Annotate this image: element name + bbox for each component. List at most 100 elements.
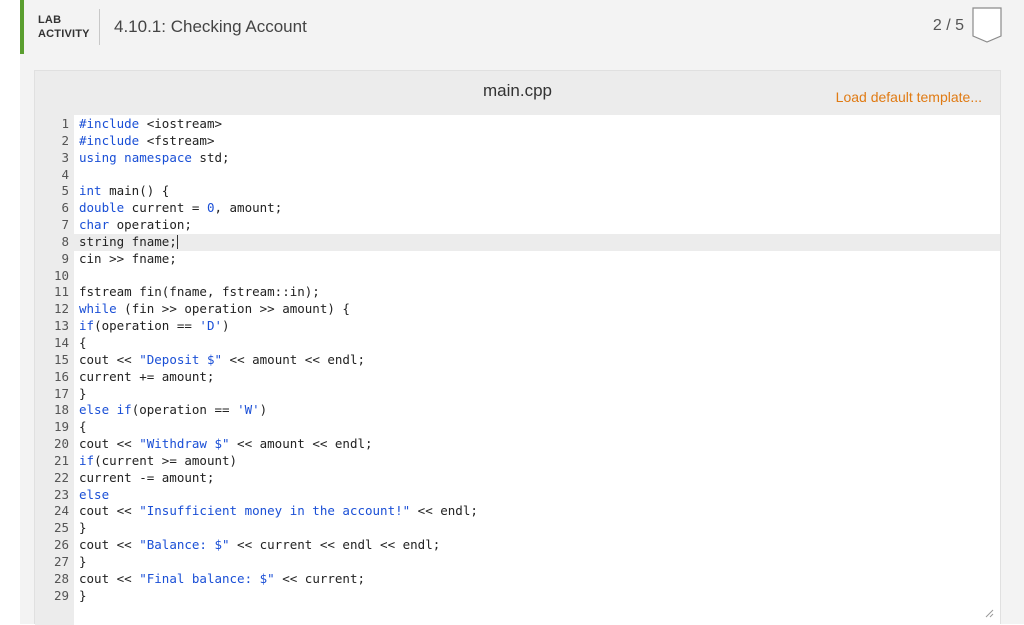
header-accent-bar bbox=[20, 0, 24, 54]
code-text: cout << "Final balance: $" << current; bbox=[79, 570, 365, 586]
line-number: 25 bbox=[53, 520, 69, 536]
code-text: cout << "Withdraw $" << amount << endl; bbox=[79, 436, 373, 452]
code-text: cin >> fname; bbox=[79, 250, 177, 266]
code-text: char operation; bbox=[79, 217, 192, 233]
activity-header: LAB ACTIVITY 4.10.1: Checking Account 2 … bbox=[20, 0, 1024, 54]
line-number: 9 bbox=[61, 250, 69, 266]
code-line[interactable]: 21 if(current >= amount) bbox=[35, 453, 1000, 470]
lab-label-line2: ACTIVITY bbox=[38, 28, 90, 40]
line-number: 28 bbox=[53, 570, 69, 586]
code-text: string fname; bbox=[79, 233, 178, 250]
code-text: { bbox=[79, 334, 87, 350]
code-text: } bbox=[79, 385, 87, 401]
code-text: cout << "Balance: $" << current << endl … bbox=[79, 537, 441, 553]
code-line[interactable]: 15 cout << "Deposit $" << amount << endl; bbox=[35, 352, 1000, 369]
line-number: 8 bbox=[61, 233, 69, 249]
code-text: cout << "Deposit $" << amount << endl; bbox=[79, 351, 366, 367]
code-line[interactable]: 17} bbox=[35, 386, 1000, 403]
code-text: using namespace std; bbox=[79, 149, 230, 165]
line-number: 5 bbox=[61, 183, 69, 199]
code-text: #include <fstream> bbox=[79, 132, 215, 148]
code-text: { bbox=[79, 419, 87, 435]
line-number: 29 bbox=[53, 587, 69, 603]
line-number: 1 bbox=[61, 116, 69, 131]
text-cursor bbox=[176, 235, 178, 250]
code-text: if(operation == 'D') bbox=[79, 318, 230, 334]
code-line[interactable]: 3 using namespace std; bbox=[35, 150, 1000, 167]
lab-activity-page: LAB ACTIVITY 4.10.1: Checking Account 2 … bbox=[20, 0, 1024, 625]
code-text: current += amount; bbox=[79, 368, 215, 384]
line-number: 18 bbox=[53, 402, 69, 418]
code-line[interactable]: 29} bbox=[35, 588, 1000, 605]
code-text: #include <iostream> bbox=[79, 116, 223, 131]
line-number: 13 bbox=[53, 318, 69, 334]
code-line[interactable]: 7 char operation; bbox=[35, 217, 1000, 234]
lab-activity-label: LAB ACTIVITY bbox=[38, 13, 90, 41]
line-number: 15 bbox=[53, 351, 69, 367]
code-line[interactable]: 20 cout << "Withdraw $" << amount << endl… bbox=[35, 436, 1000, 453]
code-text: double current = 0, amount; bbox=[79, 200, 283, 216]
code-line[interactable]: 10 bbox=[35, 268, 1000, 285]
code-line[interactable]: 28 cout << "Final balance: $" << current; bbox=[35, 571, 1000, 588]
code-line[interactable]: 8 string fname; bbox=[35, 233, 1000, 251]
code-line[interactable]: 5 int main() { bbox=[35, 183, 1000, 200]
code-line[interactable]: 12 while (fin >> operation >> amount) { bbox=[35, 301, 1000, 318]
code-line[interactable]: 18 else if(operation == 'W') bbox=[35, 402, 1000, 419]
code-line[interactable]: 11 fstream fin(fname, fstream::in); bbox=[35, 284, 1000, 301]
completion-badge-icon bbox=[972, 7, 1002, 43]
code-line[interactable]: 2 #include <fstream> bbox=[35, 133, 1000, 150]
code-line[interactable]: 23 else bbox=[35, 487, 1000, 504]
line-number: 23 bbox=[53, 486, 69, 502]
resize-handle-icon[interactable] bbox=[984, 608, 994, 618]
code-line[interactable]: 1 #include <iostream> bbox=[35, 116, 1000, 133]
code-line[interactable]: 9 cin >> fname; bbox=[35, 251, 1000, 268]
code-line[interactable]: 26 cout << "Balance: $" << current << end… bbox=[35, 537, 1000, 554]
code-line[interactable]: 4 bbox=[35, 167, 1000, 184]
code-line[interactable]: 16 current += amount; bbox=[35, 369, 1000, 386]
line-number: 3 bbox=[61, 149, 69, 165]
progress-indicator: 2 / 5 bbox=[932, 17, 964, 34]
code-text: else bbox=[79, 486, 110, 502]
line-number: 16 bbox=[53, 368, 69, 384]
code-text: } bbox=[79, 553, 87, 569]
code-text: if(current >= amount) bbox=[79, 452, 238, 468]
line-number: 22 bbox=[53, 469, 69, 485]
code-text: fstream fin(fname, fstream::in); bbox=[79, 284, 320, 300]
lab-label-line1: LAB bbox=[38, 14, 62, 26]
code-line[interactable]: 27} bbox=[35, 554, 1000, 571]
code-line[interactable]: 19 { bbox=[35, 419, 1000, 436]
code-line[interactable]: 24 cout << "Insufficient money in the acc… bbox=[35, 503, 1000, 520]
editor-toolbar: main.cpp Load default template... bbox=[35, 71, 1000, 115]
code-line[interactable]: 25} bbox=[35, 520, 1000, 537]
code-text: current -= amount; bbox=[79, 469, 215, 485]
code-text: while (fin >> operation >> amount) { bbox=[79, 301, 350, 317]
line-number: 6 bbox=[61, 200, 69, 216]
line-number: 11 bbox=[53, 284, 69, 300]
activity-title: 4.10.1: Checking Account bbox=[114, 17, 307, 36]
line-number: 24 bbox=[53, 503, 69, 519]
code-line[interactable]: 13 if(operation == 'D') bbox=[35, 318, 1000, 335]
line-number: 26 bbox=[53, 537, 69, 553]
code-text: } bbox=[79, 587, 87, 603]
load-default-template-link[interactable]: Load default template... bbox=[836, 89, 982, 105]
line-number: 7 bbox=[61, 217, 69, 233]
code-line[interactable]: 6 double current = 0, amount; bbox=[35, 200, 1000, 217]
code-text: cout << "Insufficient money in the accou… bbox=[79, 503, 478, 519]
code-text: } bbox=[79, 520, 87, 536]
code-line[interactable]: 22 current -= amount; bbox=[35, 470, 1000, 487]
line-number: 10 bbox=[53, 267, 69, 283]
code-editor[interactable]: main.cpp Load default template... 1 #incl… bbox=[34, 70, 1001, 625]
code-text: int main() { bbox=[79, 183, 170, 199]
line-number: 12 bbox=[53, 301, 69, 317]
line-number: 19 bbox=[53, 419, 69, 435]
code-line[interactable]: 14 { bbox=[35, 335, 1000, 352]
line-number: 2 bbox=[61, 132, 69, 148]
header-divider bbox=[99, 9, 100, 45]
line-number: 27 bbox=[53, 553, 69, 569]
line-number: 21 bbox=[53, 452, 69, 468]
line-number: 4 bbox=[61, 166, 69, 182]
code-text: else if(operation == 'W') bbox=[79, 402, 268, 418]
code-area[interactable]: 1 #include <iostream> 2 #include <fstream> 3… bbox=[35, 116, 1000, 604]
line-number: 20 bbox=[53, 436, 69, 452]
line-number: 17 bbox=[53, 385, 69, 401]
